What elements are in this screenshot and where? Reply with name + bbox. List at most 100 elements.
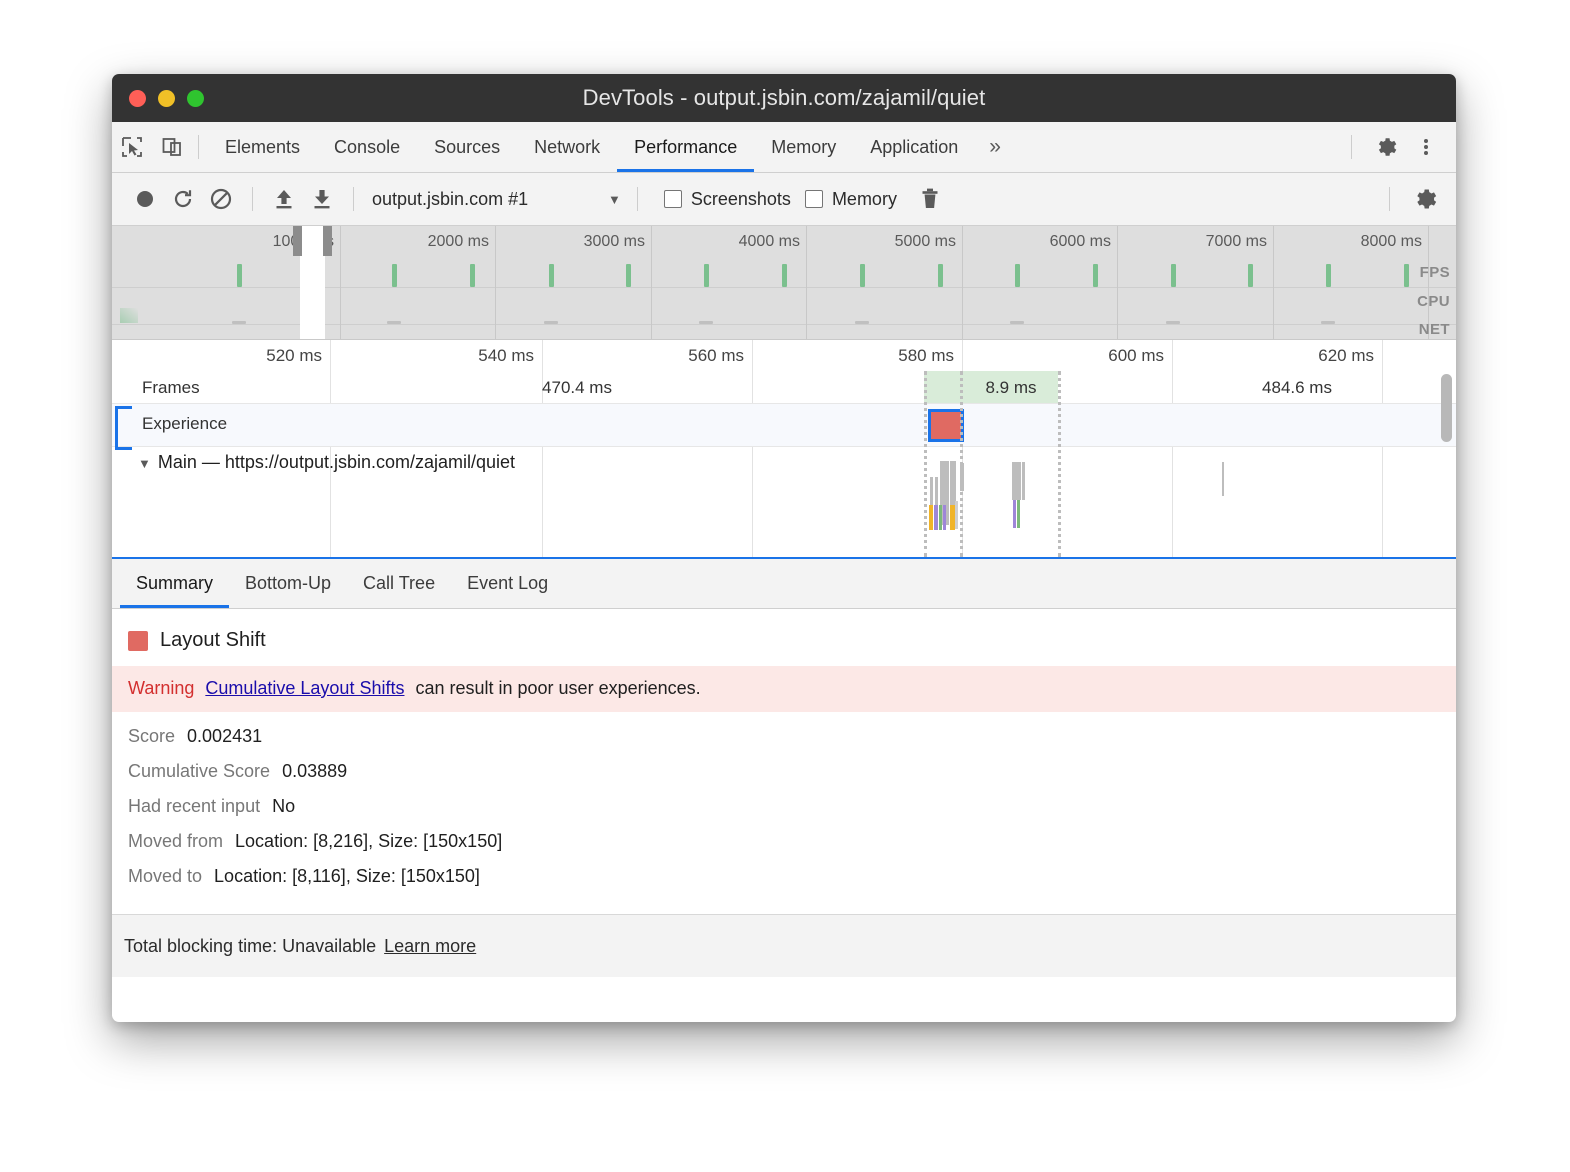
- tab-label: Performance: [634, 137, 737, 158]
- flame-tick-label: 600 ms: [1108, 346, 1172, 366]
- summary-event-title: Layout Shift: [160, 629, 266, 652]
- experience-selection-bracket: [115, 406, 132, 450]
- chevron-down-icon: ▼: [608, 192, 621, 207]
- main-thread-event-bar[interactable]: [955, 501, 958, 529]
- tab-call-tree[interactable]: Call Tree: [347, 559, 451, 608]
- main-thread-event-bar[interactable]: [943, 505, 946, 530]
- tab-sources[interactable]: Sources: [417, 122, 517, 172]
- row-value: No: [272, 796, 295, 817]
- triangle-down-icon[interactable]: ▼: [138, 456, 151, 471]
- frame-boundary-line: [1058, 371, 1061, 557]
- overview-label-net: NET: [1419, 321, 1450, 338]
- main-thread-event-bar[interactable]: [934, 505, 938, 530]
- tab-label: Event Log: [467, 573, 548, 594]
- close-window-button[interactable]: [129, 90, 146, 107]
- toolbar-divider-4: [1389, 187, 1390, 211]
- memory-label: Memory: [832, 189, 897, 210]
- tab-event-log[interactable]: Event Log: [451, 559, 564, 608]
- tab-summary[interactable]: Summary: [120, 559, 229, 608]
- trash-icon[interactable]: [911, 180, 949, 218]
- flame-tick-label: 540 ms: [478, 346, 542, 366]
- screenshots-checkbox[interactable]: Screenshots: [664, 189, 791, 210]
- main-thread-event-bar[interactable]: [1022, 462, 1025, 500]
- main-thread-track[interactable]: ▼ Main — https://output.jsbin.com/zajamil…: [112, 445, 1456, 557]
- tab-application[interactable]: Application: [853, 122, 975, 172]
- overview-selection-window[interactable]: [300, 226, 325, 339]
- tab-label: Elements: [225, 137, 300, 158]
- layout-shift-event-marker[interactable]: [928, 409, 964, 442]
- toolbar-divider-2: [353, 187, 354, 211]
- warning-banner: Warning Cumulative Layout Shifts can res…: [112, 666, 1456, 712]
- flame-chart-pane[interactable]: 520 ms540 ms560 ms580 ms600 ms620 ms640 …: [112, 340, 1456, 559]
- frame-duration-label: 470.4 ms: [542, 378, 612, 398]
- toolbar-divider-3: [637, 187, 638, 211]
- checkbox-box: [805, 190, 823, 208]
- row-value: 0.03889: [282, 761, 347, 782]
- gear-icon[interactable]: [1366, 135, 1406, 159]
- clear-no-entry-icon[interactable]: [202, 180, 240, 218]
- row-value: Location: [8,116], Size: [150x150]: [214, 866, 480, 887]
- tab-console[interactable]: Console: [317, 122, 417, 172]
- performance-toolbar: output.jsbin.com #1 ▼ Screenshots Memory: [112, 173, 1456, 226]
- reload-record-icon[interactable]: [164, 180, 202, 218]
- status-bar: Total blocking time: Unavailable Learn m…: [112, 915, 1456, 977]
- warning-text: can result in poor user experiences.: [415, 678, 700, 699]
- memory-checkbox[interactable]: Memory: [805, 189, 897, 210]
- tabstrip-divider-right: [1351, 135, 1352, 159]
- overview-label-fps: FPS: [1420, 264, 1450, 281]
- tab-bottom-up[interactable]: Bottom-Up: [229, 559, 347, 608]
- overview-selection-handle-right[interactable]: [323, 226, 332, 256]
- overview-selection-handle-left[interactable]: [293, 226, 302, 256]
- main-thread-event-bar[interactable]: [939, 505, 942, 530]
- checkbox-box: [664, 190, 682, 208]
- experience-track[interactable]: Experience: [112, 403, 1456, 447]
- row-key: Had recent input: [128, 796, 260, 817]
- row-key: Score: [128, 726, 175, 747]
- flame-tick-label: 580 ms: [898, 346, 962, 366]
- frame-boundary-line: [924, 371, 927, 557]
- save-profile-down-arrow-icon[interactable]: [303, 180, 341, 218]
- load-profile-up-arrow-icon[interactable]: [265, 180, 303, 218]
- main-thread-event-bar[interactable]: [1013, 500, 1016, 528]
- tabstrip-actions: [1345, 122, 1456, 172]
- flame-tick-label: 560 ms: [688, 346, 752, 366]
- summary-row-moved-from: Moved from Location: [8,216], Size: [150…: [112, 817, 1456, 852]
- flame-scrollbar-thumb[interactable]: [1441, 374, 1452, 442]
- timeline-overview[interactable]: 1000 ms2000 ms3000 ms4000 ms5000 ms6000 …: [112, 226, 1456, 340]
- device-toolbar-icon[interactable]: [152, 122, 192, 172]
- tab-network[interactable]: Network: [517, 122, 617, 172]
- maximize-window-button[interactable]: [187, 90, 204, 107]
- more-tabs-chevron-icon[interactable]: »: [975, 122, 1015, 172]
- tab-elements[interactable]: Elements: [208, 122, 317, 172]
- kebab-menu-icon[interactable]: [1406, 136, 1446, 158]
- row-key: Moved from: [128, 831, 223, 852]
- tab-memory[interactable]: Memory: [754, 122, 853, 172]
- minimize-window-button[interactable]: [158, 90, 175, 107]
- main-thread-event-bar[interactable]: [1017, 500, 1020, 528]
- experience-track-label: Experience: [142, 414, 227, 434]
- tab-label: Sources: [434, 137, 500, 158]
- main-track-title-text: Main — https://output.jsbin.com/zajamil/…: [158, 452, 515, 472]
- profile-dropdown[interactable]: output.jsbin.com #1 ▼: [372, 189, 625, 210]
- main-thread-event-bar[interactable]: [929, 505, 933, 530]
- tab-label: Bottom-Up: [245, 573, 331, 594]
- flame-tick-label: 520 ms: [266, 346, 330, 366]
- toolbar-divider-1: [252, 187, 253, 211]
- record-circle-icon[interactable]: [126, 180, 164, 218]
- cumulative-layout-shifts-link[interactable]: Cumulative Layout Shifts: [205, 678, 404, 699]
- main-thread-event-bar[interactable]: [1222, 462, 1224, 496]
- inspect-cursor-icon[interactable]: [112, 122, 152, 172]
- frame-duration-label: 484.6 ms: [1262, 378, 1332, 398]
- summary-row-score: Score 0.002431: [112, 712, 1456, 747]
- frames-track[interactable]: Frames 470.4 ms 8.9 ms 484.6 ms: [112, 371, 1456, 403]
- tab-label: Summary: [136, 573, 213, 594]
- learn-more-link[interactable]: Learn more: [384, 936, 476, 957]
- window-controls: [129, 74, 204, 122]
- gear-icon[interactable]: [1406, 180, 1444, 218]
- main-thread-event-bar[interactable]: [1012, 462, 1021, 500]
- tab-performance[interactable]: Performance: [617, 122, 754, 172]
- tab-label: Network: [534, 137, 600, 158]
- frame-boundary-line: [960, 371, 963, 557]
- devtools-window: DevTools - output.jsbin.com/zajamil/quie…: [112, 74, 1456, 1022]
- summary-row-had-recent-input: Had recent input No: [112, 782, 1456, 817]
